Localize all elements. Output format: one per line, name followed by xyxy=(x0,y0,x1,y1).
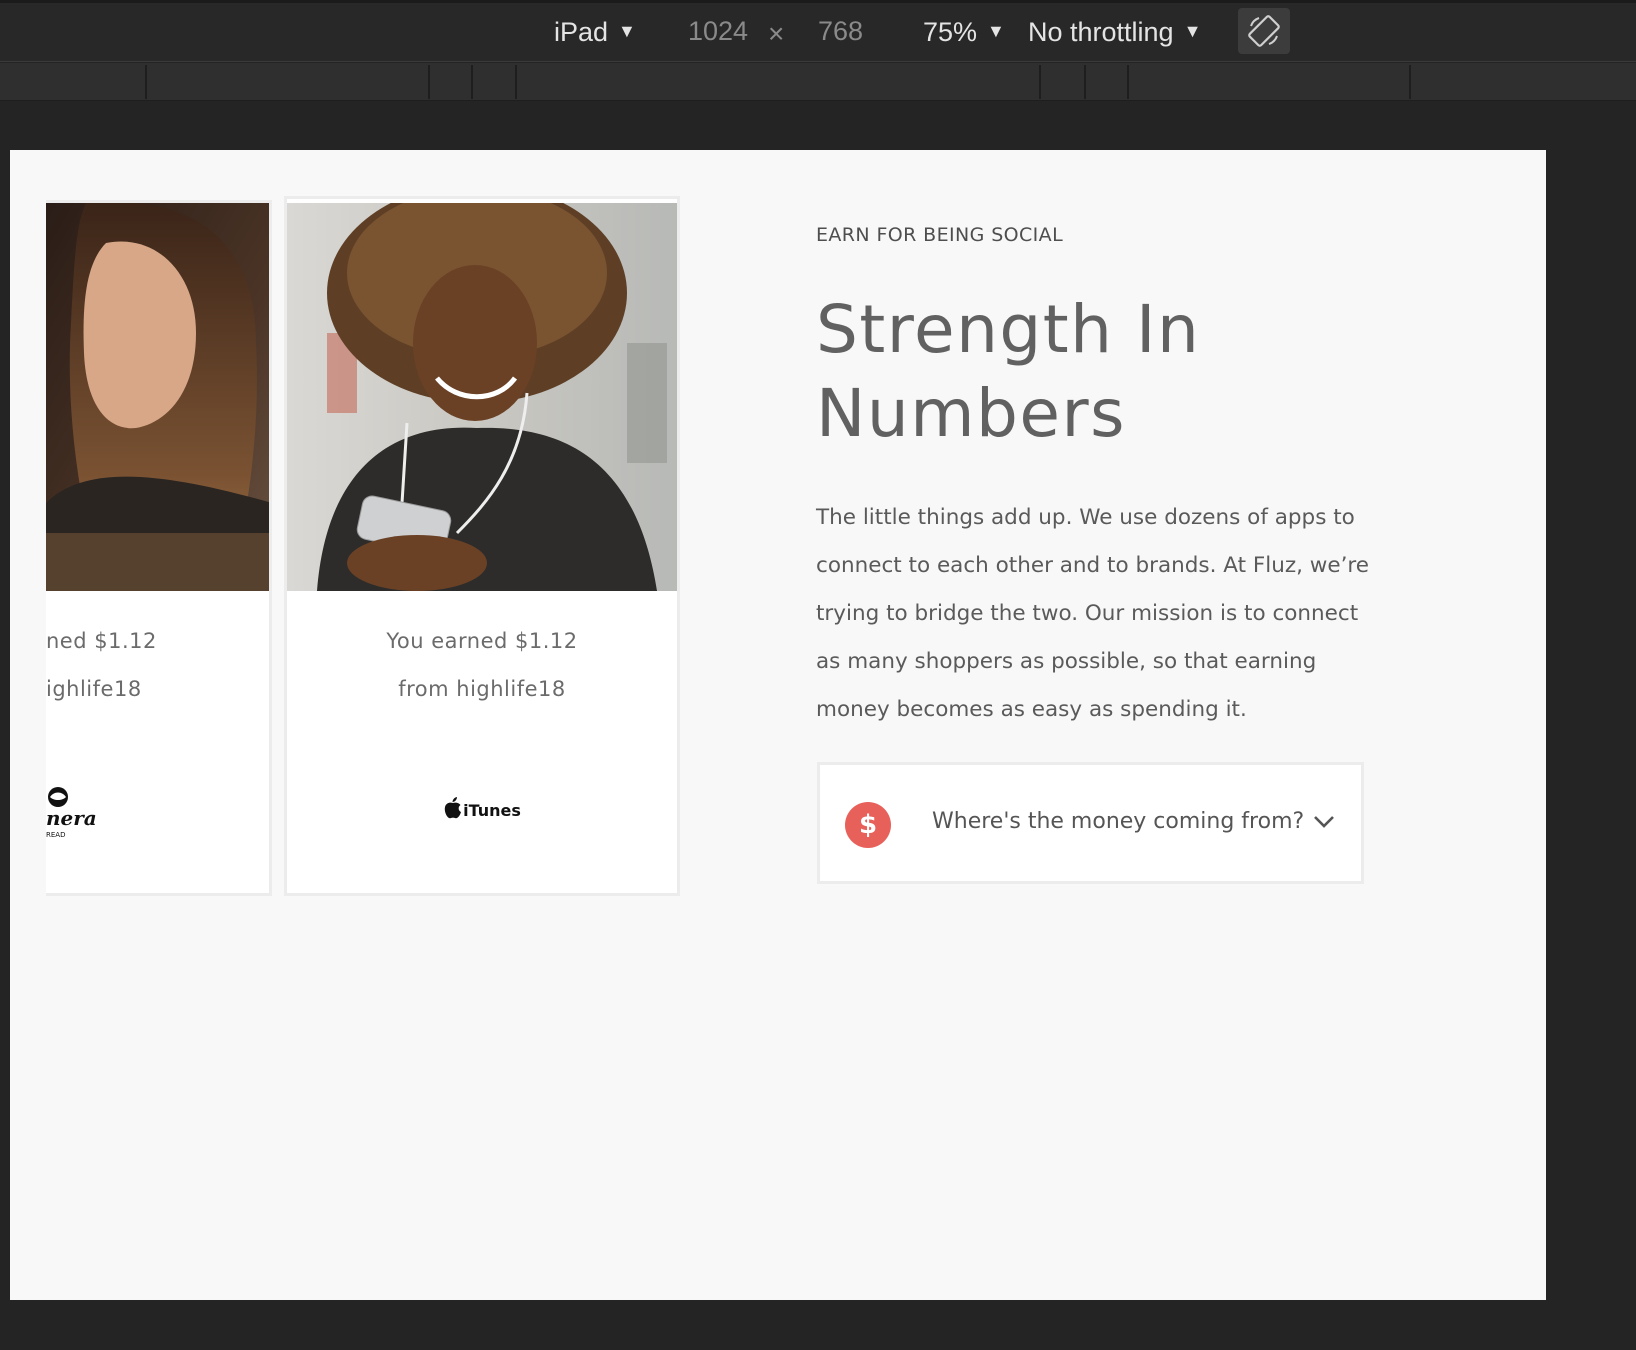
faq-accordion[interactable]: $ Where's the money coming from? xyxy=(817,762,1364,884)
viewport-width-input[interactable]: 1024 xyxy=(688,14,748,48)
earning-amount-text: You earned $1.12 xyxy=(386,629,578,653)
chevron-down-icon: ▼ xyxy=(987,21,1005,41)
chevron-down-icon: ▼ xyxy=(1183,21,1202,41)
woman-portrait-image xyxy=(46,203,269,591)
ruler-segment[interactable] xyxy=(1127,65,1129,99)
section-body: The little things add up. We use dozens … xyxy=(816,494,1376,734)
rotate-device-icon xyxy=(1248,15,1280,47)
earning-source-text: ighlife18 xyxy=(46,677,142,701)
ruler-segment[interactable] xyxy=(1084,65,1086,99)
ruler-segment[interactable] xyxy=(145,65,147,99)
ruler-segment[interactable] xyxy=(1039,65,1041,99)
zoom-select-label: 75% xyxy=(923,17,978,47)
ruler-segment[interactable] xyxy=(1409,65,1411,99)
faq-question: Where's the money coming from? xyxy=(932,809,1305,834)
ruler-segment[interactable] xyxy=(428,65,430,99)
ruler-segment[interactable] xyxy=(515,65,517,99)
device-select[interactable]: iPad ▼ xyxy=(554,14,636,49)
headline-line: Numbers xyxy=(816,375,1127,452)
toolbar-top-edge xyxy=(0,0,1636,3)
throttling-select-label: No throttling xyxy=(1028,17,1174,47)
woman-smiling-photo xyxy=(46,203,269,591)
earning-amount-text: ned $1.12 xyxy=(46,629,157,653)
device-select-label: iPad xyxy=(554,17,609,47)
body-line: The little things add up. We use dozens … xyxy=(816,505,1355,530)
woman-phone-image xyxy=(287,203,677,591)
panera-bread-icon: nera READ xyxy=(46,787,97,839)
section-headline: Strength In Numbers xyxy=(816,288,1376,456)
ruler-segment[interactable] xyxy=(471,65,473,99)
earning-card[interactable]: You earned $1.12 from highlife18 iTunes xyxy=(284,196,680,896)
dimension-separator: × xyxy=(768,18,785,49)
dollar-icon: $ xyxy=(845,802,891,848)
section-eyebrow: EARN FOR BEING SOCIAL xyxy=(816,224,1064,246)
rotate-device-button[interactable] xyxy=(1238,8,1290,54)
viewport-height-input[interactable]: 768 xyxy=(818,14,863,48)
body-line: connect to each other and to brands. At … xyxy=(816,553,1370,578)
body-line: money becomes as easy as spending it. xyxy=(816,697,1247,722)
devtools-device-toolbar: iPad ▼ 1024 × 768 75% ▼ No throttling ▼ xyxy=(0,0,1636,62)
apple-icon xyxy=(444,797,462,819)
body-line: as many shoppers as possible, so that ea… xyxy=(816,649,1317,674)
itunes-logo-text: iTunes xyxy=(463,801,521,820)
chevron-down-icon[interactable] xyxy=(1313,815,1335,829)
emulated-viewport: ned $1.12 ighlife18 nera READ You earned… xyxy=(10,150,1546,1300)
throttling-select[interactable]: No throttling ▼ xyxy=(1028,14,1201,49)
earning-source-text: from highlife18 xyxy=(398,677,566,701)
headline-line: Strength In xyxy=(816,291,1201,368)
itunes-logo: iTunes xyxy=(287,797,677,820)
body-line: trying to bridge the two. Our mission is… xyxy=(816,601,1359,626)
earning-card[interactable]: ned $1.12 ighlife18 nera READ xyxy=(46,200,272,896)
zoom-select[interactable]: 75% ▼ xyxy=(923,14,1005,49)
panera-logo: nera READ xyxy=(46,785,269,843)
panera-logo-subtext: READ xyxy=(46,831,65,839)
chevron-down-icon: ▼ xyxy=(618,21,636,41)
media-query-ruler[interactable] xyxy=(0,63,1636,101)
woman-with-phone-photo xyxy=(287,203,677,591)
panera-logo-text: nera xyxy=(46,806,97,830)
